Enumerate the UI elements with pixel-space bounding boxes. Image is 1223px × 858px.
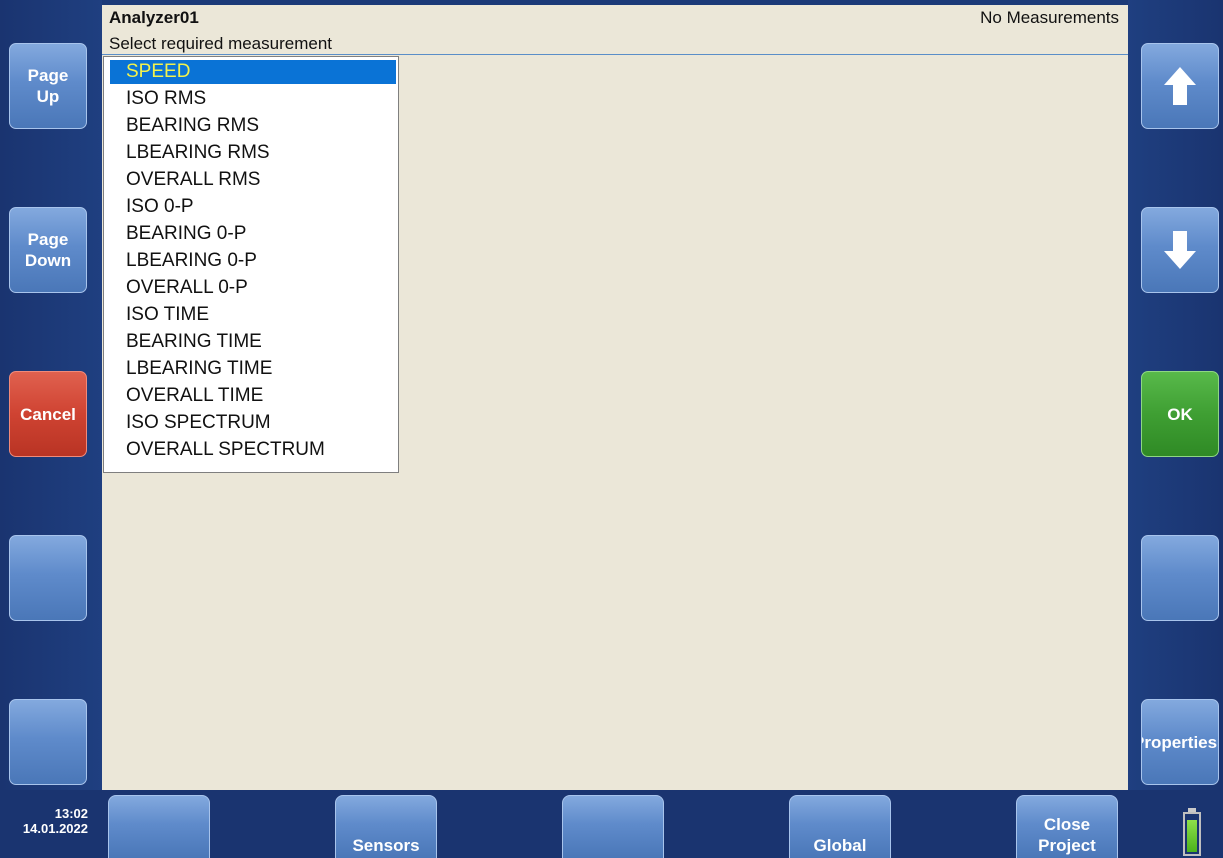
measurement-list-item[interactable]: ISO SPECTRUM (104, 411, 398, 435)
battery-level (1187, 820, 1197, 852)
close-project-button[interactable]: Close Project (1016, 795, 1118, 858)
properties-label: Properties (1141, 732, 1218, 752)
clock-time: 13:02 (54, 806, 88, 821)
bottom-blank-button-1[interactable] (108, 795, 210, 858)
measurement-list-item[interactable]: SPEED (110, 60, 396, 84)
measurement-list-item[interactable]: OVERALL TIME (104, 384, 398, 408)
measurement-list[interactable]: SPEED ISO RMS BEARING RMS LBEARING RMS OVERA… (103, 56, 399, 473)
global-button[interactable]: Global (789, 795, 891, 858)
main-panel: Analyzer01 No Measurements Select requir… (102, 5, 1128, 790)
measurement-list-item[interactable]: OVERALL RMS (104, 168, 398, 192)
measurement-list-item[interactable]: BEARING TIME (104, 330, 398, 354)
cancel-button[interactable]: Cancel (9, 371, 87, 457)
page-up-button[interactable]: Page Up (9, 43, 87, 129)
instruction-text: Select required measurement (109, 34, 333, 53)
arrow-up-icon (1164, 67, 1196, 105)
right-blank-button[interactable] (1141, 535, 1219, 621)
header-divider (102, 54, 1128, 55)
ok-button[interactable]: OK (1141, 371, 1219, 457)
measurement-list-item[interactable]: BEARING RMS (104, 114, 398, 138)
measurement-status: No Measurements (980, 8, 1119, 27)
measurement-list-item[interactable]: LBEARING TIME (104, 357, 398, 381)
properties-button[interactable]: Properties (1141, 699, 1219, 785)
bottom-blank-button-3[interactable] (562, 795, 664, 858)
measurement-list-item[interactable]: ISO TIME (104, 303, 398, 327)
measurement-list-item[interactable]: OVERALL 0-P (104, 276, 398, 300)
scroll-up-button[interactable] (1141, 43, 1219, 129)
measurement-list-item[interactable]: ISO RMS (104, 87, 398, 111)
measurement-list-item[interactable]: LBEARING RMS (104, 141, 398, 165)
measurement-list-item[interactable]: BEARING 0-P (104, 222, 398, 246)
left-blank-button-1[interactable] (9, 535, 87, 621)
clock: 13:02 14.01.2022 (8, 806, 88, 836)
scroll-down-button[interactable] (1141, 207, 1219, 293)
page-title: Analyzer01 (109, 8, 199, 27)
arrow-down-icon (1164, 231, 1196, 269)
left-blank-button-2[interactable] (9, 699, 87, 785)
page-down-button[interactable]: Page Down (9, 207, 87, 293)
clock-date: 14.01.2022 (22, 821, 88, 836)
measurement-list-item[interactable]: OVERALL SPECTRUM (104, 438, 398, 462)
measurement-list-item[interactable]: LBEARING 0-P (104, 249, 398, 273)
sensors-button[interactable]: Sensors (335, 795, 437, 858)
battery-icon (1183, 808, 1201, 856)
measurement-list-item[interactable]: ISO 0-P (104, 195, 398, 219)
